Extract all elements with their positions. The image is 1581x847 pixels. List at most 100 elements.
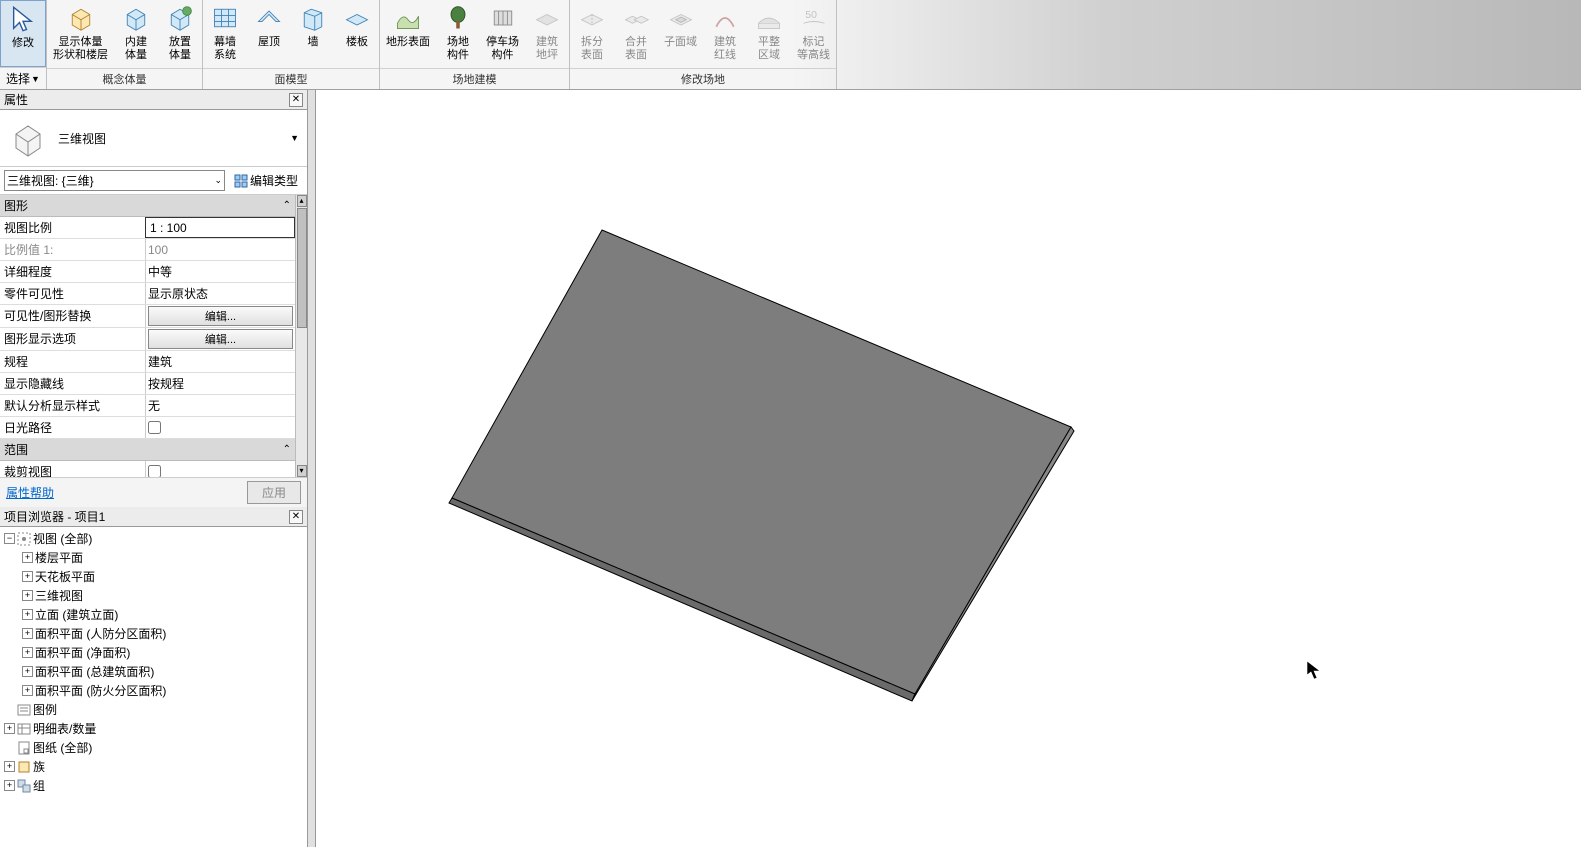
prop-val-vg-override: 编辑...: [145, 305, 295, 327]
prop-key: 零件可见性: [0, 283, 145, 304]
wall-button[interactable]: 墙: [291, 0, 335, 68]
collapse-icon[interactable]: ⌃: [283, 444, 291, 455]
curtain-system-button[interactable]: 幕墙 系统: [203, 0, 247, 68]
tree-elevations[interactable]: +立面 (建筑立面): [4, 605, 303, 624]
expander-icon[interactable]: +: [22, 647, 33, 658]
contour-label-text: 标记 等高线: [797, 36, 830, 62]
expander-icon[interactable]: +: [4, 761, 15, 772]
modify-button[interactable]: 修改: [0, 0, 46, 67]
site-component-button[interactable]: 场地 构件: [436, 0, 480, 68]
tree-schedules[interactable]: + 明细表/数量: [4, 719, 303, 738]
split-icon: [576, 2, 608, 34]
expander-icon[interactable]: −: [4, 533, 15, 544]
ribbon-group-site: 地形表面 场地 构件 停车场 构件 建筑 地坪 场地建模: [380, 0, 570, 89]
tree-3d-views[interactable]: +三维视图: [4, 586, 303, 605]
properties-body: 图形 ⌃ 视图比例 比例值 1: 100 详细程度 中等 零件可见性 显示: [0, 195, 307, 477]
tree-area-net[interactable]: +面积平面 (净面积): [4, 643, 303, 662]
prop-val-sun-path[interactable]: [145, 417, 295, 438]
apply-button[interactable]: 应用: [247, 481, 301, 504]
prop-val-parts-vis[interactable]: 显示原状态: [145, 283, 295, 304]
view-canvas[interactable]: [316, 90, 1581, 847]
tree-groups[interactable]: + 组: [4, 776, 303, 795]
prop-val-discipline[interactable]: 建筑: [145, 351, 295, 372]
crop-view-checkbox[interactable]: [148, 465, 161, 477]
view-scale-input[interactable]: [148, 221, 292, 235]
ribbon-group-mass-label: 概念体量: [47, 68, 202, 89]
subregion-label: 子面域: [664, 36, 697, 49]
ribbon-group-select-label[interactable]: 选择 ▼: [0, 67, 46, 89]
close-icon[interactable]: ✕: [289, 510, 303, 524]
prop-val-default-analysis[interactable]: 无: [145, 395, 295, 416]
tree-sheets[interactable]: 图纸 (全部): [4, 738, 303, 757]
instance-combo[interactable]: 三维视图: {三维} ⌄: [4, 170, 225, 191]
group-icon: [17, 779, 31, 793]
tree-area-rf[interactable]: +面积平面 (人防分区面积): [4, 624, 303, 643]
prop-val-crop-view[interactable]: [145, 461, 295, 477]
modify-label: 修改: [12, 37, 34, 50]
prop-key: 可见性/图形替换: [0, 305, 145, 327]
type-selector[interactable]: 三维视图 ▼: [0, 110, 307, 167]
expander-icon[interactable]: +: [4, 780, 15, 791]
scroll-down-icon[interactable]: ▾: [297, 465, 307, 477]
cursor-pointer-icon: [1306, 660, 1322, 680]
scroll-up-icon[interactable]: ▴: [297, 195, 307, 207]
parking-component-button[interactable]: 停车场 构件: [480, 0, 525, 68]
floor-slab[interactable]: [436, 220, 1076, 720]
project-browser-title: 项目浏览器 - 项目1: [4, 508, 105, 525]
main-area: 属性 ✕ 三维视图 ▼ 三维视图: {三维} ⌄ 编辑类型: [0, 90, 1581, 847]
expander-icon[interactable]: +: [22, 571, 33, 582]
prop-group-graphics[interactable]: 图形 ⌃: [0, 195, 295, 217]
roof-button[interactable]: 屋顶: [247, 0, 291, 68]
properties-scrollbar[interactable]: ▴ ▾: [295, 195, 307, 477]
place-mass-icon: [164, 2, 196, 34]
show-mass-button[interactable]: 显示体量 形状和楼层: [47, 0, 114, 68]
merge-label: 合并 表面: [625, 36, 647, 62]
prop-row-crop-view: 裁剪视图: [0, 461, 295, 477]
graded-icon: [753, 2, 785, 34]
properties-panel-header: 属性 ✕: [0, 90, 307, 110]
floor-button[interactable]: 楼板: [335, 0, 379, 68]
prop-key: 日光路径: [0, 417, 145, 438]
panel-splitter[interactable]: [308, 90, 316, 847]
tree-views-root[interactable]: − 视图 (全部): [4, 529, 303, 548]
prop-val-view-scale[interactable]: [145, 217, 295, 238]
scroll-thumb[interactable]: [297, 208, 307, 328]
tree-floor-plans[interactable]: +楼层平面: [4, 548, 303, 567]
ribbon-group-modify-site: 拆分 表面 合并 表面 子面域 建筑 红线 平整 区域 50 标记 等高线: [570, 0, 837, 89]
toposurface-button[interactable]: 地形表面: [380, 0, 436, 68]
topo-label: 地形表面: [386, 36, 430, 49]
project-browser-body: − 视图 (全部) +楼层平面 +天花板平面 +三维视图 +立面 (建筑立面) …: [0, 527, 307, 847]
expander-icon[interactable]: +: [22, 590, 33, 601]
tree-ceiling-plans[interactable]: +天花板平面: [4, 567, 303, 586]
prop-val-show-hidden[interactable]: 按规程: [145, 373, 295, 394]
vg-override-edit-button[interactable]: 编辑...: [148, 306, 293, 326]
tree-legends[interactable]: 图例: [4, 700, 303, 719]
tree-area-gross[interactable]: +面积平面 (总建筑面积): [4, 662, 303, 681]
wall-label: 墙: [308, 36, 319, 49]
collapse-icon[interactable]: ⌃: [283, 200, 291, 211]
sun-path-checkbox[interactable]: [148, 421, 161, 434]
expander-icon[interactable]: +: [4, 723, 15, 734]
tree-families[interactable]: + 族: [4, 757, 303, 776]
expander-icon[interactable]: +: [22, 666, 33, 677]
prop-val-detail-level[interactable]: 中等: [145, 261, 295, 282]
project-browser-header: 项目浏览器 - 项目1 ✕: [0, 507, 307, 527]
expander-icon[interactable]: +: [22, 685, 33, 696]
chevron-down-icon: ⌄: [214, 175, 222, 186]
expander-icon[interactable]: +: [22, 628, 33, 639]
curtain-label: 幕墙 系统: [214, 36, 236, 62]
expander-icon[interactable]: +: [22, 552, 33, 563]
prop-group-extents[interactable]: 范围 ⌃: [0, 439, 295, 461]
close-icon[interactable]: ✕: [289, 93, 303, 107]
split-label: 拆分 表面: [581, 36, 603, 62]
prop-row-scale-value: 比例值 1: 100: [0, 239, 295, 261]
properties-help-link[interactable]: 属性帮助: [6, 484, 54, 501]
tree-area-fire[interactable]: +面积平面 (防火分区面积): [4, 681, 303, 700]
edit-type-button[interactable]: 编辑类型: [229, 169, 303, 192]
gfx-display-edit-button[interactable]: 编辑...: [148, 329, 293, 349]
pad-label: 建筑 地坪: [536, 36, 558, 62]
graded-region-button: 平整 区域: [747, 0, 791, 68]
inplace-mass-button[interactable]: 内建 体量: [114, 0, 158, 68]
place-mass-button[interactable]: 放置 体量: [158, 0, 202, 68]
expander-icon[interactable]: +: [22, 609, 33, 620]
